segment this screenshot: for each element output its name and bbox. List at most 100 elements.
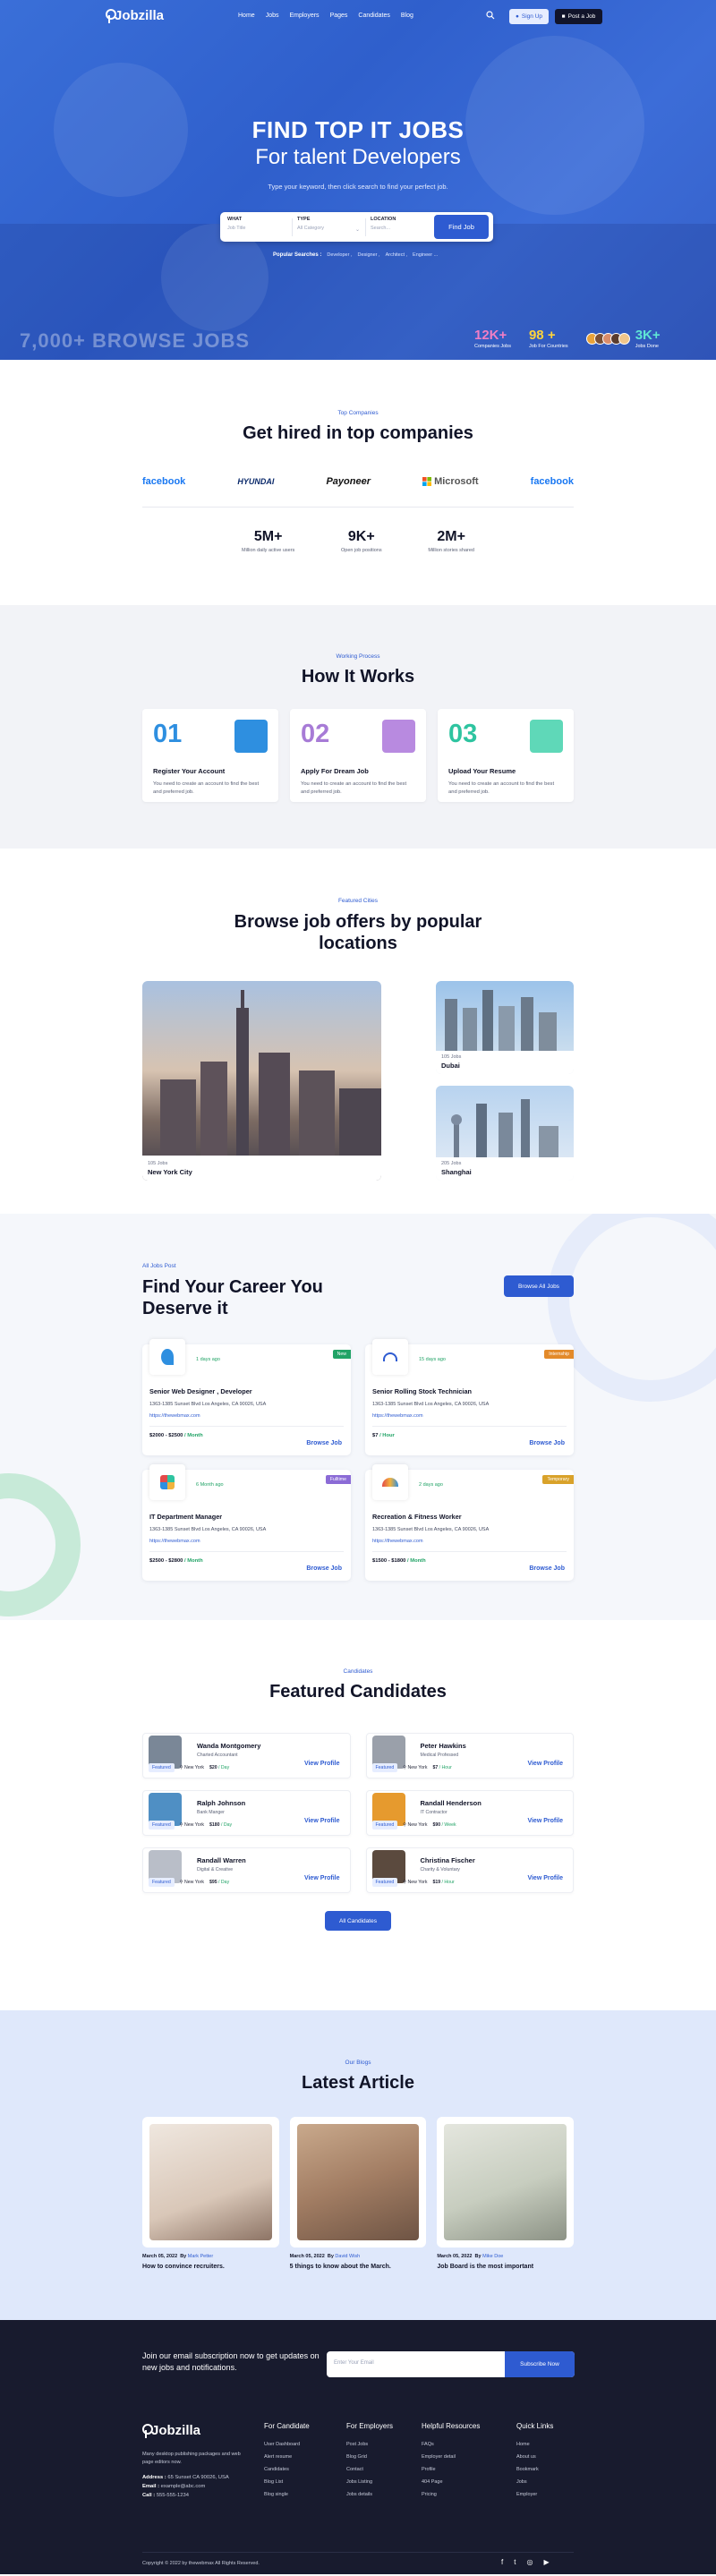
footer-link[interactable]: Home	[516, 2442, 553, 2447]
browse-all-jobs-button[interactable]: Browse All Jobs	[504, 1275, 574, 1297]
footer-logo[interactable]: Jobzilla	[142, 2423, 200, 2438]
footer-link[interactable]: FAQs	[422, 2442, 480, 2447]
post-job-button[interactable]: ■ Post a Job	[555, 9, 602, 24]
footer-link[interactable]: 404 Page	[422, 2479, 480, 2485]
menu-item-home[interactable]: Home	[238, 13, 255, 19]
candidate-name[interactable]: Ralph Johnson	[197, 1799, 245, 1807]
type-select[interactable]: TYPE All Category ⌄	[297, 217, 360, 238]
browse-job-link[interactable]: Browse Job	[306, 1440, 342, 1446]
footer-link[interactable]: Employer detail	[422, 2454, 480, 2460]
footer-link[interactable]: Post Jobs	[346, 2442, 393, 2447]
menu-item-blog[interactable]: Blog	[401, 13, 413, 19]
subscribe-button[interactable]: Subscribe Now	[505, 2351, 575, 2377]
job-card[interactable]: 2 days ago Temporary Recreation & Fitnes…	[365, 1464, 574, 1581]
blog-card[interactable]: March 05, 2022 By David Wish 5 things to…	[289, 2117, 427, 2270]
footer-link[interactable]: Blog List	[264, 2479, 310, 2485]
blog-title[interactable]: Job Board is the most important	[437, 2264, 574, 2270]
city-card-dubai[interactable]: 105 Jobs Dubai	[436, 981, 574, 1074]
candidate-card[interactable]: Wanda Montgomery Charted Accountant Feat…	[142, 1733, 351, 1778]
candidate-card[interactable]: Christina Fischer Charity & Voluntary Fe…	[365, 1847, 574, 1893]
footer-link[interactable]: Profile	[422, 2467, 480, 2472]
menu-item-employers[interactable]: Employers	[289, 13, 319, 19]
what-input[interactable]: Job Title	[227, 226, 286, 231]
menu-item-jobs[interactable]: Jobs	[266, 13, 279, 19]
footer-link[interactable]: Bookmark	[516, 2467, 553, 2472]
view-profile-link[interactable]: View Profile	[304, 1818, 340, 1824]
view-profile-link[interactable]: View Profile	[304, 1761, 340, 1767]
city-card-new-york[interactable]: 105 Jobs New York City	[142, 981, 381, 1181]
type-value[interactable]: All Category	[297, 226, 360, 231]
footer-link[interactable]: Jobs Listing	[346, 2479, 393, 2485]
job-url[interactable]: https://thewebmax.com	[149, 1539, 344, 1544]
footer-link[interactable]: Blog Grid	[346, 2454, 393, 2460]
find-job-button[interactable]: Find Job	[434, 215, 489, 239]
job-card[interactable]: 1 days ago New Senior Web Designer , Dev…	[142, 1339, 351, 1455]
job-url[interactable]: https://thewebmax.com	[372, 1413, 567, 1419]
footer-link[interactable]: Candidates	[264, 2467, 310, 2472]
footer-link[interactable]: Jobs	[516, 2479, 553, 2485]
footer-link[interactable]: Employer	[516, 2492, 553, 2497]
blog-card[interactable]: March 05, 2022 By Mike Doe Job Board is …	[437, 2117, 574, 2270]
popular-link[interactable]: Engineer ...	[413, 252, 438, 258]
microsoft-logo[interactable]: Microsoft	[422, 476, 479, 487]
job-title[interactable]: Senior Rolling Stock Technician	[372, 1387, 567, 1395]
footer-link[interactable]: User Dashboard	[264, 2442, 310, 2447]
blog-title[interactable]: 5 things to know about the March.	[290, 2264, 427, 2270]
blog-author[interactable]: Mike Doe	[482, 2254, 503, 2259]
facebook-icon[interactable]: f	[501, 2558, 503, 2566]
call-value[interactable]: 555-555-1234	[157, 2493, 189, 2498]
job-title[interactable]: Senior Web Designer , Developer	[149, 1387, 344, 1395]
city-card-shanghai[interactable]: 205 Jobs Shanghai	[436, 1086, 574, 1181]
youtube-icon[interactable]: ▶	[543, 2558, 549, 2566]
blog-author[interactable]: Mark Petter	[188, 2254, 213, 2259]
blog-title[interactable]: How to convince recruiters.	[142, 2264, 279, 2270]
job-card[interactable]: 15 days ago Internship Senior Rolling St…	[365, 1339, 574, 1455]
what-field[interactable]: WHAT Job Title	[227, 217, 286, 238]
browse-job-link[interactable]: Browse Job	[306, 1565, 342, 1572]
browse-job-link[interactable]: Browse Job	[529, 1440, 565, 1446]
email-value[interactable]: example@abc.com	[161, 2484, 206, 2489]
location-field[interactable]: LOCATION Search...	[371, 217, 430, 238]
site-logo[interactable]: Jobzilla	[106, 8, 164, 23]
sign-up-button[interactable]: ● Sign Up	[509, 9, 549, 24]
location-input[interactable]: Search...	[371, 226, 430, 231]
email-input[interactable]: Enter Your Email	[334, 2360, 374, 2366]
candidate-name[interactable]: Wanda Montgomery	[197, 1742, 260, 1750]
job-url[interactable]: https://thewebmax.com	[372, 1539, 567, 1544]
blog-author[interactable]: David Wish	[335, 2254, 360, 2259]
facebook-logo[interactable]: facebook	[142, 476, 185, 487]
candidate-name[interactable]: Christina Fischer	[421, 1856, 475, 1864]
search-icon[interactable]	[486, 11, 495, 20]
footer-link[interactable]: Jobs details	[346, 2492, 393, 2497]
job-card[interactable]: 6 Month ago Fulltime IT Department Manag…	[142, 1464, 351, 1581]
footer-link[interactable]: Blog single	[264, 2492, 310, 2497]
instagram-icon[interactable]: ◎	[526, 2558, 533, 2566]
candidate-name[interactable]: Peter Hawkins	[421, 1742, 466, 1750]
menu-item-candidates[interactable]: Candidates	[358, 13, 389, 19]
candidate-card[interactable]: Randall Warren Digital & Creative Featur…	[142, 1847, 351, 1893]
facebook-logo[interactable]: facebook	[531, 476, 574, 487]
job-title[interactable]: IT Department Manager	[149, 1513, 344, 1521]
twitter-icon[interactable]: t	[514, 2558, 516, 2566]
all-candidates-button[interactable]: All Candidates	[325, 1911, 391, 1931]
job-title[interactable]: Recreation & Fitness Worker	[372, 1513, 567, 1521]
popular-link[interactable]: Developer ,	[327, 252, 352, 258]
hyundai-logo[interactable]: HYUNDAI	[237, 477, 274, 486]
payoneer-logo[interactable]: Payoneer	[326, 476, 371, 487]
candidate-name[interactable]: Randall Warren	[197, 1856, 246, 1864]
footer-link[interactable]: Alert resume	[264, 2454, 310, 2460]
view-profile-link[interactable]: View Profile	[527, 1761, 563, 1767]
candidate-card[interactable]: Randall Henderson IT Contractor Featured…	[365, 1790, 574, 1836]
view-profile-link[interactable]: View Profile	[527, 1875, 563, 1881]
footer-link[interactable]: Contact	[346, 2467, 393, 2472]
candidate-card[interactable]: Peter Hawkins Medical Professed Featured…	[365, 1733, 574, 1778]
candidate-card[interactable]: Ralph Johnson Bank Manger Featured ⚲ New …	[142, 1790, 351, 1836]
job-url[interactable]: https://thewebmax.com	[149, 1413, 344, 1419]
popular-link[interactable]: Designer ,	[358, 252, 380, 258]
popular-link[interactable]: Architect ,	[386, 252, 407, 258]
footer-link[interactable]: About us	[516, 2454, 553, 2460]
footer-link[interactable]: Pricing	[422, 2492, 480, 2497]
menu-item-pages[interactable]: Pages	[330, 13, 348, 19]
view-profile-link[interactable]: View Profile	[527, 1818, 563, 1824]
candidate-name[interactable]: Randall Henderson	[421, 1799, 482, 1807]
